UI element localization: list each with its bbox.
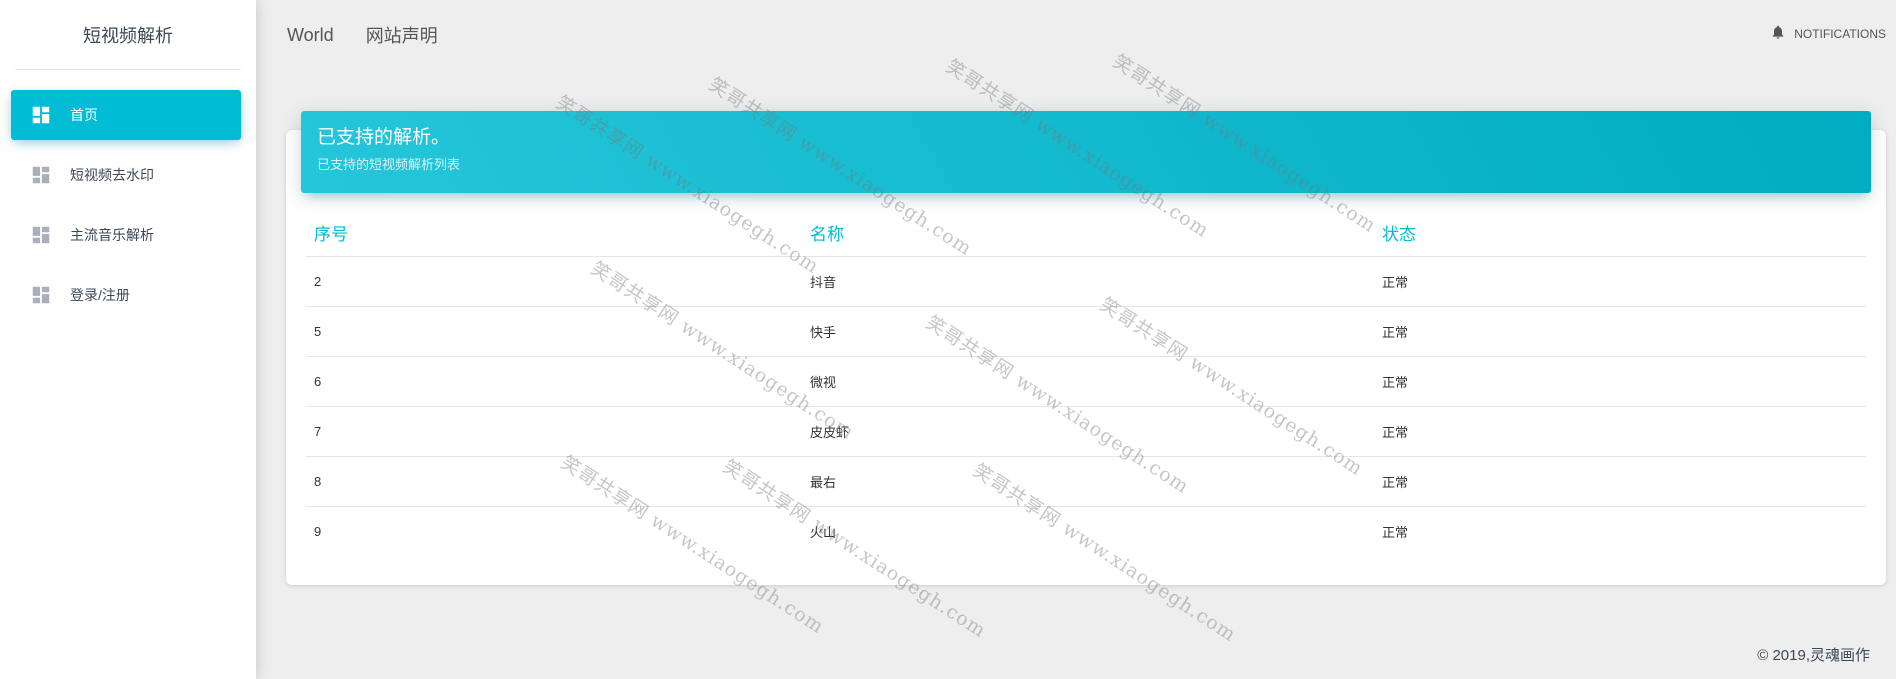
dashboard-icon (30, 284, 52, 306)
sidebar-item-watermark-removal[interactable]: 短视频去水印 (11, 150, 241, 200)
cell-status: 正常 (1382, 524, 1409, 540)
table-header-row: 序号 名称 状态 (306, 210, 1866, 257)
table-row: 6 微视 正常 (306, 356, 1866, 407)
cell-index: 5 (306, 306, 802, 357)
sidebar-nav: 首页 短视频去水印 主流音乐解析 登录/注册 (0, 70, 256, 320)
sidebar-item-label: 首页 (70, 107, 98, 123)
brand-title[interactable]: 短视频解析 (15, 0, 241, 70)
cell-index: 8 (306, 456, 802, 507)
cell-index: 6 (306, 356, 802, 407)
cell-index: 2 (306, 256, 802, 307)
card-header: 已支持的解析。 已支持的短视频解析列表 (301, 111, 1871, 193)
column-header-status: 状态 (1374, 210, 1866, 257)
sidebar-item-label: 短视频去水印 (70, 167, 154, 183)
table-row: 8 最右 正常 (306, 456, 1866, 507)
cell-name: 皮皮虾 (802, 406, 1374, 457)
footer-copyright: © 2019,灵魂画作 (1757, 647, 1870, 664)
cell-status: 正常 (1374, 306, 1866, 357)
notifications-button[interactable]: NOTIFICATIONS (1770, 24, 1886, 43)
bell-icon (1770, 24, 1794, 43)
sidebar-item-label: 登录/注册 (70, 287, 130, 303)
table-row: 9 火山 正常 (306, 506, 1866, 556)
table-row: 7 皮皮虾 正常 (306, 406, 1866, 457)
cell-name: 微视 (802, 356, 1374, 407)
table-row: 2 抖音 正常 (306, 256, 1866, 307)
column-header-index: 序号 (306, 210, 802, 257)
cell-status: 正常 (1374, 256, 1866, 307)
cell-index: 9 (314, 523, 322, 539)
cell-status: 正常 (1374, 406, 1866, 457)
cell-index: 7 (306, 406, 802, 457)
card-subtitle: 已支持的短视频解析列表 (317, 157, 461, 172)
nav-link-site-statement[interactable]: 网站声明 (366, 22, 438, 48)
dashboard-icon (30, 104, 52, 126)
top-navbar: World 网站声明 NOTIFICATIONS (256, 0, 1896, 70)
cell-name: 快手 (802, 306, 1374, 357)
sidebar: 短视频解析 首页 短视频去水印 主流音乐解析 登录/注册 (0, 0, 256, 679)
card-title: 已支持的解析。 (317, 127, 451, 148)
cell-status: 正常 (1374, 356, 1866, 407)
sidebar-item-label: 主流音乐解析 (70, 227, 154, 243)
table-row: 5 快手 正常 (306, 306, 1866, 357)
sidebar-item-login[interactable]: 登录/注册 (11, 270, 241, 320)
sidebar-item-home[interactable]: 首页 (11, 90, 241, 140)
nav-link-world[interactable]: World (287, 25, 334, 46)
dashboard-icon (30, 164, 52, 186)
cell-name: 抖音 (802, 256, 1374, 307)
parsers-table: 序号 名称 状态 2 抖音 正常 5 快手 正常 6 微视 正常 7 皮皮虾 正… (306, 210, 1866, 556)
column-header-name: 名称 (802, 210, 1374, 257)
notifications-label: NOTIFICATIONS (1794, 26, 1886, 41)
dashboard-icon (30, 224, 52, 246)
cell-name: 火山 (810, 524, 837, 540)
cell-status: 正常 (1374, 456, 1866, 507)
cell-name: 最右 (802, 456, 1374, 507)
sidebar-item-music-parse[interactable]: 主流音乐解析 (11, 210, 241, 260)
supported-parsers-card: 已支持的解析。 已支持的短视频解析列表 序号 名称 状态 2 抖音 正常 5 快… (286, 111, 1886, 585)
